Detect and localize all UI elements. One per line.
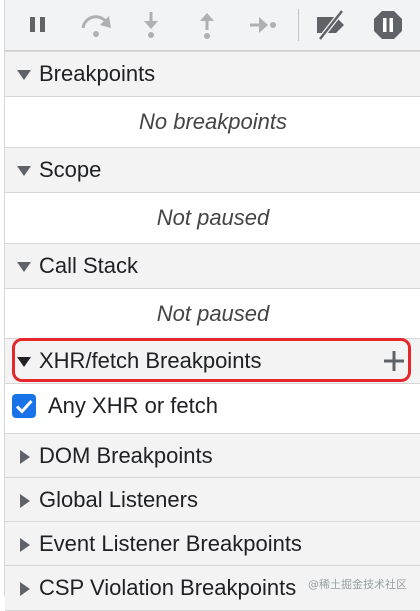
step-over-icon	[81, 15, 111, 37]
scope-empty-message: Not paused	[156, 205, 270, 230]
section-title: Scope	[39, 157, 102, 182]
section-breakpoints-header[interactable]: Breakpoints	[5, 51, 420, 97]
debugger-toolbar	[5, 0, 420, 51]
debugger-sidebar: Breakpoints No breakpoints Scope Not pau…	[4, 0, 420, 611]
step-over-button[interactable]	[76, 6, 116, 44]
call-stack-empty-message: Not paused	[156, 301, 270, 326]
section-title: Breakpoints	[39, 61, 156, 86]
any-xhr-checkbox[interactable]	[12, 394, 36, 418]
step-button[interactable]	[243, 6, 283, 44]
toolbar-separator	[298, 9, 299, 41]
deactivate-breakpoints-button[interactable]	[311, 6, 351, 44]
xhr-breakpoint-item[interactable]: Any XHR or fetch	[5, 384, 420, 430]
triangle-right-icon	[20, 494, 30, 508]
deactivate-breakpoints-icon	[317, 9, 344, 41]
step-out-icon	[200, 13, 214, 39]
section-dom-breakpoints-header[interactable]: DOM Breakpoints	[5, 433, 420, 479]
section-xhr-breakpoints-header[interactable]: XHR/fetch Breakpoints	[5, 338, 420, 384]
triangle-down-icon	[17, 357, 31, 367]
any-xhr-label: Any XHR or fetch	[48, 393, 218, 418]
triangle-right-icon	[20, 450, 30, 464]
checkmark-icon	[15, 399, 33, 414]
pause-on-exceptions-icon	[374, 11, 402, 39]
triangle-down-icon	[17, 70, 31, 80]
step-icon	[250, 17, 276, 33]
breakpoints-empty-message: No breakpoints	[139, 109, 287, 134]
triangle-right-icon	[20, 538, 30, 552]
section-global-listeners-header[interactable]: Global Listeners	[5, 477, 420, 523]
triangle-down-icon	[17, 166, 31, 176]
section-scope-header[interactable]: Scope	[5, 147, 420, 193]
section-title: Call Stack	[39, 253, 139, 278]
triangle-down-icon	[17, 262, 31, 272]
pause-button[interactable]	[18, 6, 58, 44]
section-call-stack-header[interactable]: Call Stack	[5, 243, 420, 289]
triangle-right-icon	[20, 582, 30, 596]
section-title: Global Listeners	[39, 487, 198, 512]
section-title: CSP Violation Breakpoints	[39, 575, 297, 600]
section-event-listener-breakpoints-header[interactable]: Event Listener Breakpoints	[5, 521, 420, 567]
section-title: Event Listener Breakpoints	[39, 531, 302, 556]
watermark: @稀土掘金技术社区	[308, 578, 407, 591]
pause-on-exceptions-button[interactable]	[368, 6, 408, 44]
step-into-button[interactable]	[131, 6, 171, 44]
section-title: XHR/fetch Breakpoints	[39, 348, 262, 373]
step-into-icon	[144, 12, 158, 38]
plus-icon[interactable]	[381, 348, 407, 374]
section-title: DOM Breakpoints	[39, 443, 213, 468]
step-out-button[interactable]	[187, 6, 227, 44]
pause-icon	[30, 17, 45, 32]
